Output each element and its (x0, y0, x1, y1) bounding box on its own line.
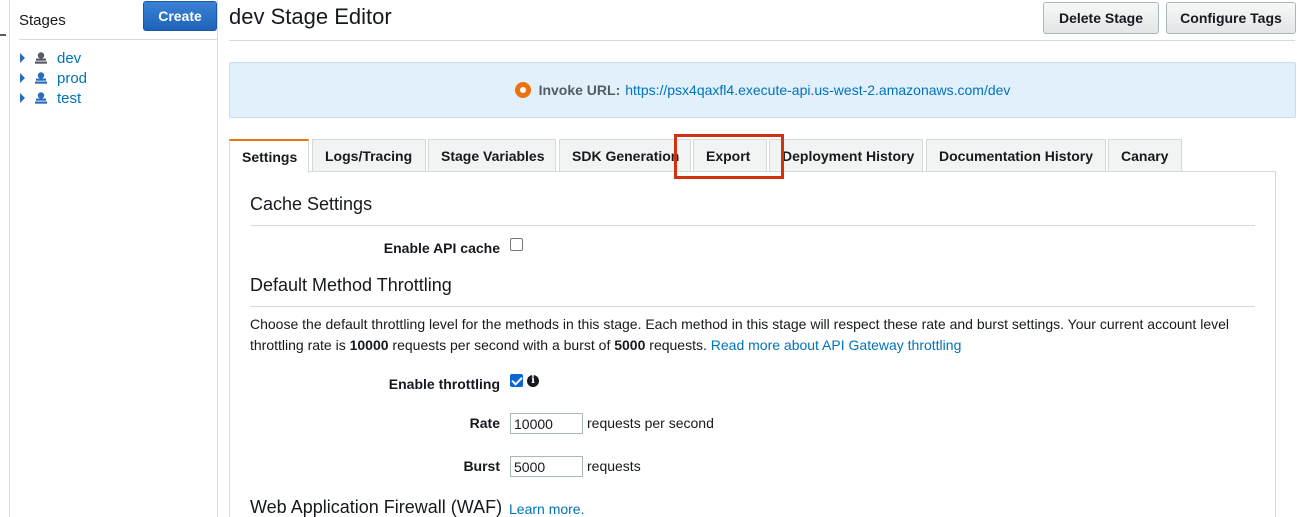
burst-input[interactable] (510, 456, 583, 477)
cache-settings-divider (250, 225, 1255, 226)
stage-icon (35, 52, 47, 64)
rate-input[interactable] (510, 413, 583, 434)
stage-item-test[interactable]: test (20, 88, 87, 108)
stages-sidebar: Stages Create dev prod test (10, 0, 218, 517)
tab-deployment-history[interactable]: Deployment History (769, 139, 923, 172)
account-rate-value: 10000 (349, 337, 389, 353)
invoke-url-icon (514, 82, 531, 98)
stage-label[interactable]: test (57, 90, 81, 107)
sidebar-header: Stages Create (19, 0, 218, 40)
invoke-url-label: Invoke URL: (538, 82, 621, 98)
info-icon[interactable]: i (527, 375, 539, 387)
throttling-divider (250, 306, 1255, 307)
tab-sdk-generation[interactable]: SDK Generation (559, 139, 691, 172)
collapsed-panel-tab[interactable] (0, 26, 6, 36)
throttling-desc-text: requests. (645, 337, 711, 353)
invoke-url-banner: Invoke URL: https://psx4qaxfl4.execute-a… (229, 62, 1296, 118)
stage-item-dev[interactable]: dev (20, 48, 87, 68)
caret-right-icon[interactable] (20, 53, 25, 63)
burst-unit: requests (587, 458, 641, 474)
invoke-url-link[interactable]: https://psx4qaxfl4.execute-api.us-west-2… (625, 82, 1010, 98)
caret-right-icon[interactable] (20, 73, 25, 83)
tab-stage-variables[interactable]: Stage Variables (428, 139, 556, 172)
configure-tags-button[interactable]: Configure Tags (1166, 2, 1296, 34)
create-button[interactable]: Create (143, 1, 217, 31)
throttling-docs-link[interactable]: Read more about API Gateway throttling (711, 337, 962, 353)
title-divider (229, 40, 1295, 41)
waf-title: Web Application Firewall (WAF) (250, 497, 503, 517)
tab-documentation-history[interactable]: Documentation History (926, 139, 1106, 172)
stage-icon (35, 72, 47, 84)
burst-label: Burst (463, 458, 500, 474)
tab-canary[interactable]: Canary (1108, 139, 1182, 172)
enable-throttling-label: Enable throttling (388, 376, 500, 392)
stage-label[interactable]: dev (57, 50, 81, 67)
page-title: dev Stage Editor (229, 4, 392, 29)
left-edge-strip (0, 0, 10, 517)
rate-label: Rate (469, 415, 500, 431)
throttling-description: Choose the default throttling level for … (250, 314, 1260, 356)
default-throttling-title: Default Method Throttling (250, 275, 452, 295)
tab-logs-tracing[interactable]: Logs/Tracing (312, 139, 426, 172)
account-burst-value: 5000 (614, 337, 646, 353)
stage-list: dev prod test (20, 48, 87, 108)
stage-icon (35, 92, 47, 104)
enable-throttling-checkbox[interactable] (510, 374, 523, 387)
throttling-desc-text: requests per second with a burst of (388, 337, 615, 353)
waf-learn-more-link[interactable]: Learn more. (509, 501, 584, 517)
stage-label[interactable]: prod (57, 70, 87, 87)
enable-api-cache-checkbox[interactable] (510, 238, 523, 251)
cache-settings-title: Cache Settings (250, 194, 373, 214)
stages-title: Stages (19, 12, 66, 29)
caret-right-icon[interactable] (20, 93, 25, 103)
delete-stage-button[interactable]: Delete Stage (1043, 2, 1159, 34)
stage-item-prod[interactable]: prod (20, 68, 87, 88)
tab-export[interactable]: Export (693, 139, 767, 172)
rate-unit: requests per second (587, 415, 714, 431)
tab-settings[interactable]: Settings (229, 139, 309, 173)
enable-api-cache-label: Enable API cache (383, 240, 500, 256)
